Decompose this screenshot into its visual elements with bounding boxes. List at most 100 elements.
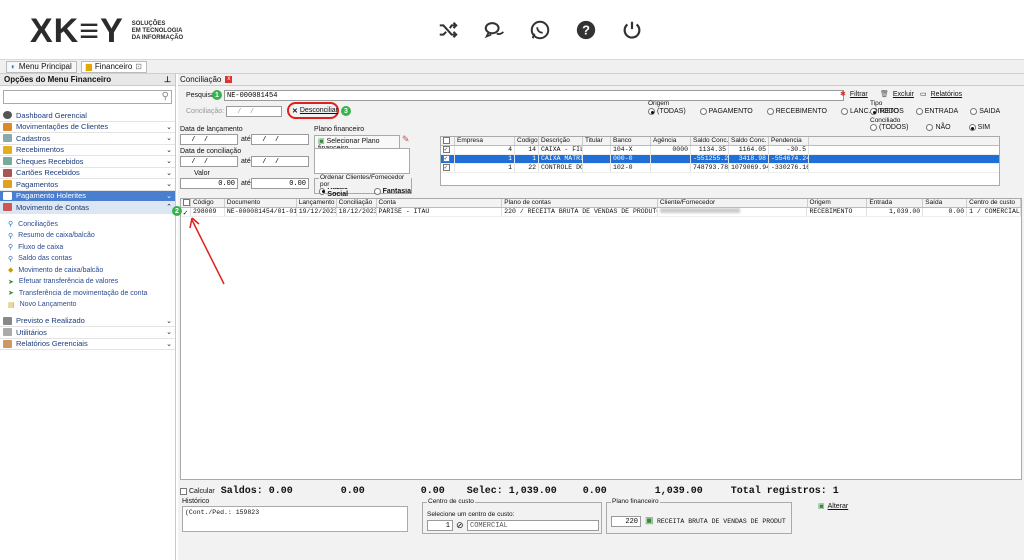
main-grid: Código Documento Lançamento Conciliação … — [180, 198, 1022, 480]
sidebar-item-dashboard[interactable]: Dashboard Gerencial — [0, 110, 175, 122]
sub-conciliacoes[interactable]: ⚲ Conciliações — [0, 219, 175, 231]
sub-transferencia-conta[interactable]: ➤ Transferência de movimentação de conta — [0, 288, 175, 300]
conciliacao-label: Conciliação: — [186, 108, 225, 115]
table-row[interactable]: ✓ 1 22 CONTROLE DO 102-0 748793.78 10790… — [441, 164, 999, 173]
main-select-all[interactable] — [181, 199, 191, 207]
annotation-2: 2 — [172, 206, 182, 216]
search-circle-icon[interactable]: ⊘ — [456, 520, 464, 531]
sub-movimento-caixa[interactable]: ◆ Movimento de caixa/balcão — [0, 265, 175, 277]
power-icon[interactable] — [619, 18, 645, 42]
conciliado-label: Conciliado — [870, 117, 901, 124]
pesquisa-input[interactable] — [224, 90, 844, 101]
tipo-saida[interactable]: SAIDA — [970, 108, 1000, 115]
annotation-3: 3 — [341, 106, 351, 116]
sidebar-item-movimentacoes[interactable]: Movimentações de Clientes ⌄ — [0, 122, 175, 133]
transfer-icon: ➤ — [8, 290, 14, 298]
chat-icon[interactable] — [481, 18, 507, 42]
sidebar-item-utilitarios[interactable]: Utilitários ⌄ — [0, 327, 175, 339]
folder-icon: ▆ — [85, 62, 92, 71]
plano-list[interactable] — [314, 148, 410, 174]
data-conciliacao-label: Data de conciliação — [180, 148, 242, 155]
menu-search-input[interactable]: ⚲ — [3, 90, 172, 104]
valor-from[interactable] — [180, 178, 238, 189]
check-icon — [3, 157, 12, 166]
x-icon: ✕ — [292, 108, 298, 115]
shuffle-icon[interactable] — [435, 18, 461, 42]
magnifier-icon: ⚲ — [8, 244, 14, 252]
banks-header: Empresa Codigo Descrição Titular Banco A… — [441, 137, 999, 146]
relatorios-button[interactable]: ▭ Relatórios — [920, 90, 962, 99]
centro-code-input[interactable] — [427, 520, 453, 531]
help-icon[interactable]: ? — [573, 18, 599, 42]
origem-recebimento[interactable]: RECEBIMENTO — [766, 108, 827, 115]
conciliado-sim[interactable]: SIM — [968, 124, 990, 131]
sidebar-item-relatorios[interactable]: Relatórios Gerenciais ⌄ — [0, 339, 175, 350]
alterar-button[interactable]: ▣ Alterar — [818, 502, 848, 511]
close-tab-icon[interactable]: ⊡ — [135, 62, 142, 71]
conciliado-todos[interactable]: (TODOS) — [870, 124, 908, 131]
sidebar-item-cartoes[interactable]: Cartões Recebidos ⌄ — [0, 168, 175, 179]
card-icon — [3, 168, 12, 177]
desconciliar-button[interactable]: ✕ Desconciliar — [292, 107, 338, 115]
data-lanc-to[interactable] — [251, 134, 309, 145]
edit-icon[interactable]: ✎ — [402, 134, 410, 145]
edit-icon: ▣ — [818, 503, 825, 510]
excluir-button[interactable]: 🗑 Excluir — [880, 90, 914, 99]
centro-name-input[interactable] — [467, 520, 599, 531]
table-row[interactable]: ✓ 298009 NE-000081454/01-01 19/12/2023 1… — [181, 208, 1021, 217]
table-row[interactable]: ✓ 4 14 CAIXA - FILI 104-X 0000 1134.35 1… — [441, 146, 999, 155]
payment-icon — [3, 180, 12, 189]
sub-saldo-contas[interactable]: ⚲ Saldo das contas — [0, 253, 175, 265]
sub-fluxo-caixa[interactable]: ⚲ Fluxo de caixa — [0, 242, 175, 254]
dashboard-icon — [3, 111, 12, 120]
magnifier-icon: ⚲ — [8, 255, 14, 263]
table-row[interactable]: ✓ 1 1 CAIXA MATRIZ 000-0 -551255.26 3418… — [441, 155, 999, 164]
sidebar-item-movimento-contas[interactable]: Movimento de Contas ⌃ — [0, 202, 175, 214]
sidebar-item-recebimentos[interactable]: Recebimentos ⌄ — [0, 145, 175, 156]
sidebar-item-holerites[interactable]: Pagamento Holerites ⌄ — [0, 190, 175, 202]
sidebar-item-cadastros[interactable]: Cadastros ⌄ — [0, 133, 175, 145]
whatsapp-icon[interactable] — [527, 18, 553, 42]
plan-icon[interactable]: ▣ — [645, 515, 654, 526]
annotation-1: 1 — [212, 90, 222, 100]
sidebar-item-cheques[interactable]: Cheques Recebidos ⌄ — [0, 156, 175, 168]
origem-pagamento[interactable]: PAGAMENTO — [699, 108, 753, 115]
sub-transferencia-valores[interactable]: ➤ Efetuar transferência de valores — [0, 276, 175, 288]
conciliado-nao[interactable]: NÃO — [926, 124, 951, 131]
valor-label: Valor — [194, 170, 210, 177]
sidebar-item-pagamentos[interactable]: Pagamentos ⌄ — [0, 179, 175, 191]
data-lanc-from[interactable] — [180, 134, 238, 145]
ate-label: até — [241, 136, 251, 143]
filtrar-button[interactable]: ✱ Filtrar — [840, 90, 868, 99]
plano-label: Plano financeiro — [314, 126, 365, 133]
banks-select-all[interactable] — [441, 137, 455, 145]
valor-to[interactable] — [251, 178, 309, 189]
plano-code-input[interactable] — [611, 516, 641, 527]
conciliacao-date-input[interactable] — [226, 106, 282, 117]
clients-icon — [3, 122, 12, 131]
logo-mark: XK≡Y — [30, 12, 124, 50]
conciliado-radio-group: (TODOS) NÃO SIM — [870, 124, 990, 131]
sidebar-item-previsto[interactable]: Previsto e Realizado ⌄ — [0, 316, 175, 327]
ate-label: até — [241, 158, 251, 165]
tab-menu-principal[interactable]: ◐ Menu Principal — [6, 60, 77, 73]
close-icon[interactable]: x — [225, 76, 233, 83]
origem-label: Origem — [648, 100, 670, 107]
origem-radio-group: (TODAS) PAGAMENTO RECEBIMENTO LANC. DIRE… — [648, 108, 899, 115]
tipo-todos[interactable]: TODOS — [870, 108, 904, 115]
sub-novo-lancamento[interactable]: ▤ Novo Lançamento — [0, 299, 175, 311]
origem-todas[interactable]: (TODAS) — [648, 108, 686, 115]
plano-name: RECEITA BRUTA DE VENDAS DE PRODUT — [657, 518, 786, 525]
sub-resumo-caixa[interactable]: ⚲ Resumo de caixa/balcão — [0, 230, 175, 242]
content-tab: Conciliação x — [178, 74, 1024, 86]
tab-financeiro[interactable]: ▆ Financeiro ⊡ — [80, 60, 147, 73]
report-icon — [3, 339, 12, 348]
historico-textarea[interactable]: (Cont./Ped.: 159823 — [182, 506, 408, 532]
ate-label: até — [241, 180, 251, 187]
data-conc-from[interactable] — [180, 156, 238, 167]
calcular-checkbox[interactable]: Calcular — [180, 488, 215, 495]
data-conc-to[interactable] — [251, 156, 309, 167]
totals-row: Calcular Saldos: 0.00 0.00 0.00 Selec: 1… — [180, 486, 839, 497]
pin-icon[interactable]: ⊥ — [164, 75, 171, 84]
tipo-entrada[interactable]: ENTRADA — [915, 108, 958, 115]
